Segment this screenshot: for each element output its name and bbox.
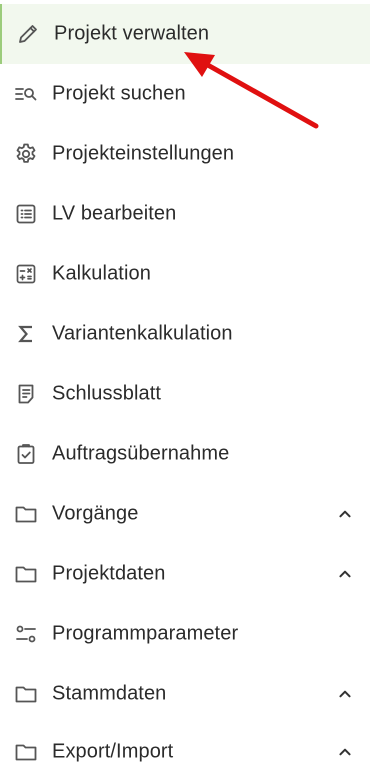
folder-icon xyxy=(14,682,38,706)
menu-item-programmparameter[interactable]: Programmparameter xyxy=(0,604,370,664)
chevron-up-icon[interactable] xyxy=(334,563,356,585)
folder-icon xyxy=(14,740,38,764)
menu-item-label: Kalkulation xyxy=(52,262,151,285)
menu-item-vorgaenge[interactable]: Vorgänge xyxy=(0,484,370,544)
menu-item-label: Variantenkalkulation xyxy=(52,322,233,345)
chevron-up-icon[interactable] xyxy=(334,503,356,525)
menu-item-variantenkalkulation[interactable]: Variantenkalkulation xyxy=(0,304,370,364)
menu-item-label: Stammdaten xyxy=(52,682,167,705)
folder-icon xyxy=(14,562,38,586)
calculator-icon xyxy=(14,262,38,286)
document-icon xyxy=(14,382,38,406)
menu-item-label: LV bearbeiten xyxy=(52,202,177,225)
menu-item-stammdaten[interactable]: Stammdaten xyxy=(0,664,370,724)
chevron-up-icon[interactable] xyxy=(334,683,356,705)
pencil-icon xyxy=(16,22,40,46)
menu-item-projekt-verwalten[interactable]: Projekt verwalten xyxy=(0,4,370,64)
menu-item-lv-bearbeiten[interactable]: LV bearbeiten xyxy=(0,184,370,244)
chevron-up-icon[interactable] xyxy=(334,741,356,763)
list-icon xyxy=(14,202,38,226)
menu-item-label: Projektdaten xyxy=(52,562,166,585)
menu-item-label: Programmparameter xyxy=(52,622,239,645)
gear-icon xyxy=(14,142,38,166)
menu-item-auftragsuebernahme[interactable]: Auftragsübernahme xyxy=(0,424,370,484)
sigma-icon xyxy=(14,322,38,346)
menu-item-label: Projekt verwalten xyxy=(54,22,210,45)
search-list-icon xyxy=(14,82,38,106)
clipboard-check-icon xyxy=(14,442,38,466)
menu-item-label: Projekteinstellungen xyxy=(52,142,235,165)
menu-item-label: Export/Import xyxy=(52,740,174,763)
menu-item-label: Projekt suchen xyxy=(52,82,186,105)
folder-icon xyxy=(14,502,38,526)
menu-item-projekteinstellungen[interactable]: Projekteinstellungen xyxy=(0,124,370,184)
menu-item-label: Auftragsübernahme xyxy=(52,442,230,465)
menu-item-label: Vorgänge xyxy=(52,502,139,525)
menu-item-projektdaten[interactable]: Projektdaten xyxy=(0,544,370,604)
menu-item-projekt-suchen[interactable]: Projekt suchen xyxy=(0,64,370,124)
menu-item-schlussblatt[interactable]: Schlussblatt xyxy=(0,364,370,424)
menu-item-kalkulation[interactable]: Kalkulation xyxy=(0,244,370,304)
menu-item-label: Schlussblatt xyxy=(52,382,162,405)
menu-item-export-import[interactable]: Export/Import xyxy=(0,722,370,782)
settings-sliders-icon xyxy=(14,622,38,646)
